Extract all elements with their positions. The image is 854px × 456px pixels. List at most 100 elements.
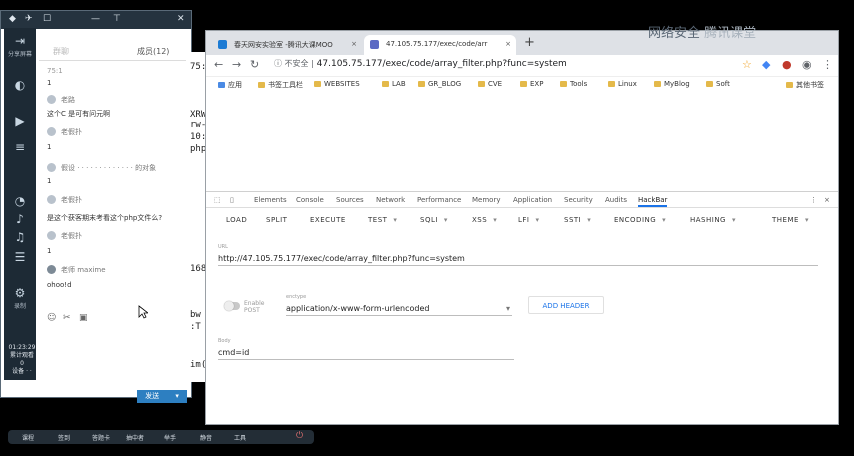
tab-members[interactable]: 成员(12) (137, 46, 169, 57)
emoji-icon[interactable]: ☺ (47, 313, 56, 323)
scissors-icon[interactable]: ✂ (63, 313, 71, 323)
devtools-tab-network[interactable]: Network (376, 196, 405, 204)
browser-tab-active[interactable]: 47.105.75.177/exec/code/arr × (364, 35, 516, 55)
address-bar[interactable]: ⓘ 不安全 | 47.105.75.177/exec/code/array_fi… (274, 58, 674, 74)
audio-icon[interactable]: ♪ (7, 212, 33, 226)
bookmark-apps[interactable]: 应用 (218, 80, 242, 90)
share-screen-label: 分享屏幕 (7, 51, 32, 58)
taskbar-item-course[interactable]: 课程 (22, 433, 34, 442)
devtools-tab-console[interactable]: Console (296, 196, 324, 204)
close-tab-icon[interactable]: × (351, 40, 357, 48)
devtools-tab-sources[interactable]: Sources (336, 196, 364, 204)
devtools-tab-elements[interactable]: Elements (254, 196, 287, 204)
message-text: 1 (47, 247, 52, 255)
bookmark-folder[interactable]: GR_BLOG (418, 80, 461, 88)
bookmark-folder[interactable]: LAB (382, 80, 406, 88)
profile-icon[interactable]: ◉ (802, 58, 812, 71)
reload-icon[interactable]: ↻ (250, 58, 259, 71)
devtools-close-icon[interactable]: × (824, 196, 830, 204)
devtools-tab-performance[interactable]: Performance (417, 196, 461, 204)
devtools-menu-icon[interactable]: ⋮ (810, 196, 817, 204)
taskbar-item-mute[interactable]: 静音 (200, 433, 212, 442)
enctype-value: application/x-www-form-urlencoded (286, 304, 430, 313)
hackbar-execute-button[interactable]: EXECUTE (310, 216, 346, 224)
enable-post-label: Enable POST (244, 300, 265, 314)
power-icon[interactable]: ⏻ (296, 431, 303, 441)
hackbar-theme-menu[interactable]: THEME ▾ (772, 216, 809, 224)
devtools-tab-application[interactable]: Application (513, 196, 552, 204)
bookmark-folder[interactable]: WEBSITES (314, 80, 360, 88)
hackbar-test-menu[interactable]: TEST ▾ (368, 216, 397, 224)
hackbar-sqli-menu[interactable]: SQLI ▾ (420, 216, 448, 224)
enable-post-toggle[interactable]: Enable POST (224, 300, 272, 314)
more-menu-icon[interactable]: ⋮ (822, 58, 833, 71)
image-icon[interactable]: ▣ (79, 313, 88, 323)
hackbar-split-button[interactable]: SPLIT (266, 216, 287, 224)
watermark-right: 腾讯课堂 (704, 26, 757, 41)
devtools-tab-hackbar[interactable]: HackBar (638, 196, 668, 207)
taskbar-item-answer-card[interactable]: 答题卡 (92, 433, 110, 442)
minimize-icon[interactable]: — (91, 14, 100, 24)
camera-icon[interactable]: ◐ (7, 78, 33, 92)
send-button[interactable]: 发送 ▾ (137, 390, 187, 403)
taskbar-item-checkin[interactable]: 签到 (58, 433, 70, 442)
taskbar-item-pick[interactable]: 抽中者 (126, 433, 144, 442)
devtools-tab-memory[interactable]: Memory (472, 196, 500, 204)
close-icon[interactable]: ✕ (177, 14, 185, 24)
chevron-down-icon[interactable]: ▾ (175, 392, 179, 400)
menu-icon[interactable]: ☰ (7, 250, 33, 264)
hackbar-load-button[interactable]: LOAD (226, 216, 247, 224)
hackbar-xss-menu[interactable]: XSS ▾ (472, 216, 497, 224)
avatar (47, 195, 56, 204)
classroom-taskbar: 课程 签到 答题卡 抽中者 举手 静音 工具 ⏻ (8, 430, 314, 444)
chevron-down-icon: ▾ (393, 216, 398, 224)
message-text: 1 (47, 143, 52, 151)
circle-icon[interactable]: ◔ (7, 194, 33, 208)
insecure-indicator[interactable]: ⓘ 不安全 | (274, 59, 314, 68)
hackbar-url-field[interactable]: http://47.105.75.177/exec/code/array_fil… (218, 254, 818, 266)
devtools-tab-audits[interactable]: Audits (605, 196, 627, 204)
taskbar-item-raise-hand[interactable]: 举手 (164, 433, 176, 442)
enctype-select[interactable]: application/x-www-form-urlencoded ▾ (286, 304, 512, 316)
pin-icon[interactable]: ⊤ (113, 14, 121, 24)
inspect-icon[interactable]: ⬚ (214, 196, 221, 204)
classroom-side-toolbar: ⇥ 分享屏幕 ◐ ▶ ≡ ◔ ♪ ♫ ☰ ⚙ 录制 (4, 28, 36, 380)
music-icon[interactable]: ♫ (7, 230, 33, 244)
tab-group-chat[interactable]: 群聊 (53, 46, 69, 57)
hackbar-ssti-menu[interactable]: SSTI ▾ (564, 216, 591, 224)
new-tab-button[interactable]: + (524, 35, 535, 50)
bookmark-other[interactable]: 其他书签 (786, 80, 824, 90)
chevron-down-icon: ▾ (587, 216, 592, 224)
bookmark-folder[interactable]: 书签工具栏 (258, 80, 303, 90)
hackbar-body-field[interactable]: cmd=id (218, 348, 514, 360)
extension-icon[interactable]: ● (782, 58, 792, 71)
hackbar-hashing-menu[interactable]: HASHING ▾ (690, 216, 736, 224)
window-icon[interactable]: ☐ (43, 14, 51, 24)
hackbar-lfi-menu[interactable]: LFI ▾ (518, 216, 540, 224)
extension-icon[interactable]: ◆ (762, 58, 770, 71)
bookmark-folder[interactable]: EXP (520, 80, 543, 88)
chevron-down-icon: ▾ (443, 216, 448, 224)
bookmark-folder[interactable]: Soft (706, 80, 730, 88)
devtools-tab-security[interactable]: Security (564, 196, 593, 204)
hackbar-encoding-menu[interactable]: ENCODING ▾ (614, 216, 666, 224)
bookmark-folder[interactable]: CVE (478, 80, 502, 88)
device-toggle-icon[interactable]: ▯ (230, 196, 234, 204)
diamond-icon[interactable]: ◆ (9, 14, 16, 24)
bookmark-folder[interactable]: MyBlog (654, 80, 690, 88)
play-icon[interactable]: ▶ (7, 114, 33, 128)
close-tab-icon[interactable]: × (505, 40, 511, 48)
send-plane-icon[interactable]: ✈ (25, 14, 33, 24)
bookmark-folder[interactable]: Tools (560, 80, 587, 88)
forward-icon[interactable]: → (232, 58, 241, 71)
add-header-button[interactable]: ADD HEADER (528, 296, 604, 314)
share-screen-button[interactable]: ⇥ 分享屏幕 (7, 34, 33, 58)
record-button[interactable]: ⚙ 录制 (7, 286, 33, 310)
list-icon[interactable]: ≡ (7, 140, 33, 154)
back-icon[interactable]: ← (214, 58, 223, 71)
message-text: 1 (47, 79, 52, 87)
browser-tab[interactable]: 春天网安实验室 -腾讯大课MOO × (212, 35, 362, 55)
star-icon[interactable]: ☆ (742, 58, 752, 71)
bookmark-folder[interactable]: Linux (608, 80, 637, 88)
taskbar-item-tools[interactable]: 工具 (234, 433, 246, 442)
